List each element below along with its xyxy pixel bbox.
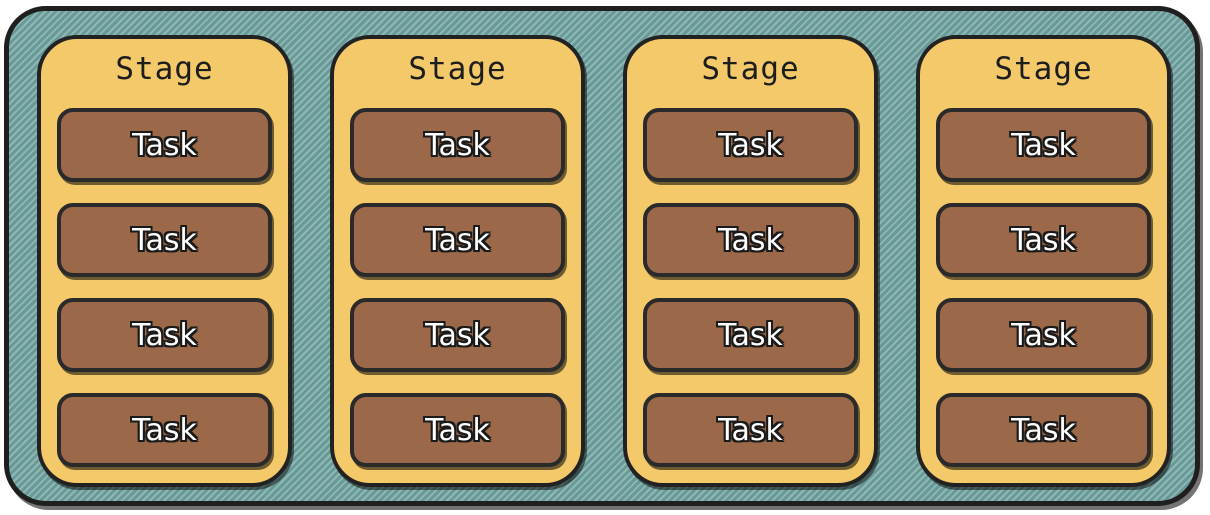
task-label: Task <box>1011 222 1076 258</box>
task-box: Task <box>936 203 1151 277</box>
task-label: Task <box>718 412 783 448</box>
task-label: Task <box>425 127 490 163</box>
task-box: Task <box>350 108 565 182</box>
task-label: Task <box>132 412 197 448</box>
task-label: Task <box>132 127 197 163</box>
stage-title: Stage <box>994 51 1093 87</box>
task-box: Task <box>643 203 858 277</box>
task-box: Task <box>57 108 272 182</box>
task-label: Task <box>718 317 783 353</box>
task-box: Task <box>936 298 1151 372</box>
task-box: Task <box>350 298 565 372</box>
task-label: Task <box>1011 317 1076 353</box>
pipeline-container: Stage Task Task Task Task Stage Task Tas… <box>4 6 1200 506</box>
stage-title: Stage <box>115 51 214 87</box>
task-box: Task <box>57 393 272 467</box>
task-label: Task <box>132 317 197 353</box>
task-label: Task <box>718 127 783 163</box>
task-label: Task <box>1011 412 1076 448</box>
stage-title: Stage <box>701 51 800 87</box>
stage-3: Stage Task Task Task Task <box>623 35 878 487</box>
task-box: Task <box>57 298 272 372</box>
task-label: Task <box>1011 127 1076 163</box>
task-box: Task <box>643 108 858 182</box>
task-box: Task <box>350 393 565 467</box>
task-box: Task <box>936 108 1151 182</box>
task-box: Task <box>643 393 858 467</box>
task-label: Task <box>132 222 197 258</box>
stage-4: Stage Task Task Task Task <box>916 35 1171 487</box>
task-label: Task <box>425 412 490 448</box>
stage-2: Stage Task Task Task Task <box>330 35 585 487</box>
task-box: Task <box>350 203 565 277</box>
task-label: Task <box>425 222 490 258</box>
task-box: Task <box>643 298 858 372</box>
task-box: Task <box>936 393 1151 467</box>
stage-title: Stage <box>408 51 507 87</box>
task-box: Task <box>57 203 272 277</box>
task-label: Task <box>425 317 490 353</box>
stage-1: Stage Task Task Task Task <box>37 35 292 487</box>
task-label: Task <box>718 222 783 258</box>
